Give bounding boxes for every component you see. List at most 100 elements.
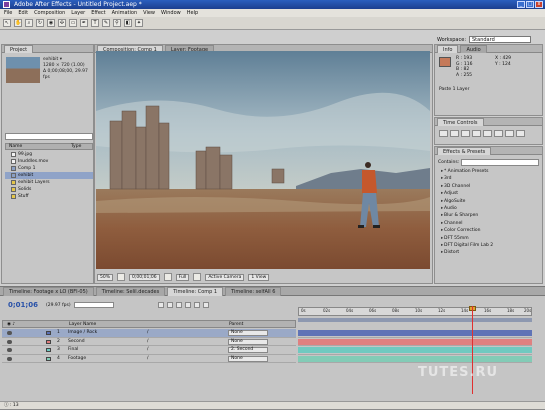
layer-duration-bar[interactable]: [298, 347, 532, 353]
audio-icon[interactable]: [494, 130, 503, 137]
active-camera-dropdown[interactable]: Active Camera: [205, 273, 245, 281]
timeline-layer-row[interactable]: 3 Final / 2. Second: [2, 346, 296, 355]
tab-info[interactable]: Info: [437, 45, 459, 53]
effects-category[interactable]: ▸Color Correction: [438, 227, 539, 234]
quality-switch-icon[interactable]: /: [147, 338, 149, 346]
ram-preview-icon[interactable]: [516, 130, 525, 137]
current-time-display[interactable]: 0;00;01;06: [129, 273, 160, 281]
composition-viewer[interactable]: [96, 51, 430, 269]
tab-timeline[interactable]: Timeline: selfAll 6: [225, 287, 282, 296]
quality-switch-icon[interactable]: /: [147, 355, 149, 363]
timeline-layer-row[interactable]: 4 Footage / None: [2, 355, 296, 363]
minimize-button[interactable]: _: [517, 1, 525, 8]
safe-zones-icon[interactable]: [117, 273, 126, 281]
menu-view[interactable]: View: [143, 9, 155, 17]
eye-icon[interactable]: [7, 356, 12, 361]
draft-3d-icon[interactable]: [167, 302, 173, 308]
tab-effects-presets[interactable]: Effects & Presets: [437, 147, 492, 155]
pen-tool-icon[interactable]: ✒: [80, 19, 88, 27]
effects-category[interactable]: ▸Blur & Sharpen: [438, 212, 539, 219]
layer-name[interactable]: Footage: [68, 355, 86, 363]
last-frame-icon[interactable]: [483, 130, 492, 137]
comp-flowchart-icon[interactable]: [158, 302, 164, 308]
menu-help[interactable]: Help: [187, 9, 198, 17]
list-item[interactable]: Stuff: [5, 193, 93, 200]
label-color-swatch[interactable]: [46, 339, 51, 344]
list-item[interactable]: Comp 1: [5, 165, 93, 172]
tab-audio[interactable]: Audio: [460, 45, 487, 53]
puppet-tool-icon[interactable]: ✦: [135, 19, 143, 27]
loop-icon[interactable]: [505, 130, 514, 137]
list-item[interactable]: exhibit Layers: [5, 179, 93, 186]
layer-duration-bar[interactable]: [298, 338, 532, 345]
effects-category[interactable]: ▸DFT Digital Film Lab 2: [438, 242, 539, 249]
time-ruler[interactable]: 0s 02s 04s 06s 08s 10s 12s 14s 16s 18s 2…: [298, 307, 532, 316]
work-area-bar[interactable]: [298, 318, 532, 322]
menu-layer[interactable]: Layer: [71, 9, 85, 17]
zoom-tool-icon[interactable]: ⌕: [25, 19, 33, 27]
shy-layers-icon[interactable]: [176, 302, 182, 308]
label-color-swatch[interactable]: [46, 331, 51, 335]
layer-name[interactable]: Second: [68, 338, 85, 346]
layer-duration-bar[interactable]: [298, 330, 532, 336]
maximize-button[interactable]: □: [526, 1, 534, 8]
effects-category[interactable]: ▸Adjust: [438, 190, 539, 197]
eraser-tool-icon[interactable]: ◧: [124, 19, 132, 27]
list-item[interactable]: Inuddles.mov: [5, 158, 93, 165]
workspace-dropdown[interactable]: Standard: [469, 36, 531, 43]
parent-dropdown[interactable]: None: [228, 338, 268, 345]
snapshot-icon[interactable]: [163, 273, 172, 281]
previous-frame-icon[interactable]: [450, 130, 459, 137]
layer-duration-bar[interactable]: [298, 355, 532, 362]
close-button[interactable]: x: [535, 1, 543, 8]
parent-dropdown[interactable]: 2. Second: [228, 347, 268, 353]
parent-dropdown[interactable]: None: [228, 330, 268, 336]
effects-category[interactable]: ▸AlgoSuite: [438, 198, 539, 205]
project-search-input[interactable]: [5, 133, 93, 140]
column-parent[interactable]: Parent: [229, 321, 243, 328]
motion-blur-icon[interactable]: [194, 302, 200, 308]
effects-category[interactable]: ▸3rd: [438, 175, 539, 182]
timeline-search-input[interactable]: [74, 302, 114, 308]
menu-effect[interactable]: Effect: [91, 9, 105, 17]
list-item[interactable]: Solids: [5, 186, 93, 193]
effects-category[interactable]: ▸Audio: [438, 205, 539, 212]
quality-switch-icon[interactable]: /: [147, 346, 149, 354]
hand-tool-icon[interactable]: ✋: [14, 19, 22, 27]
tab-timeline[interactable]: Timeline: Selil.decades: [95, 287, 166, 296]
text-tool-icon[interactable]: T: [91, 19, 99, 27]
timeline-layer-row[interactable]: 1 Image / Rock / None: [2, 329, 296, 338]
menu-composition[interactable]: Composition: [34, 9, 65, 17]
tab-timeline[interactable]: Timeline: Comp 1: [167, 287, 224, 296]
quality-switch-icon[interactable]: /: [147, 329, 149, 337]
effects-category[interactable]: ▸3D Channel: [438, 183, 539, 190]
eye-icon[interactable]: [7, 348, 12, 352]
effects-search-input[interactable]: [461, 159, 539, 166]
resolution-dropdown[interactable]: Full: [175, 273, 190, 281]
rotate-tool-icon[interactable]: ↻: [36, 19, 44, 27]
list-item[interactable]: exhibit: [5, 172, 93, 179]
camera-tool-icon[interactable]: ◉: [47, 19, 55, 27]
column-layer-name[interactable]: Layer Name: [69, 321, 96, 328]
first-frame-icon[interactable]: [439, 130, 448, 137]
eye-icon[interactable]: [7, 339, 12, 344]
effects-category[interactable]: ▸* Animation Presets: [438, 168, 539, 175]
effects-category[interactable]: ▸Distort: [438, 249, 539, 256]
layer-name[interactable]: Image / Rock: [68, 329, 97, 337]
label-color-swatch[interactable]: [46, 348, 51, 352]
menu-edit[interactable]: Edit: [18, 9, 28, 17]
next-frame-icon[interactable]: [472, 130, 481, 137]
menu-file[interactable]: File: [4, 9, 12, 17]
view-layout-dropdown[interactable]: 1 View: [248, 273, 270, 281]
brush-tool-icon[interactable]: ✎: [102, 19, 110, 27]
column-type[interactable]: Type: [68, 144, 81, 149]
parent-dropdown[interactable]: None: [228, 355, 268, 362]
selection-tool-icon[interactable]: ↖: [3, 19, 11, 27]
tab-timeline[interactable]: Timeline: Footage x LO (BFI-05): [3, 287, 94, 296]
list-item[interactable]: 99.jpg: [5, 151, 93, 158]
menu-window[interactable]: Window: [161, 9, 181, 17]
play-icon[interactable]: [461, 130, 470, 137]
tab-time-controls[interactable]: Time Controls: [437, 118, 484, 126]
layer-name[interactable]: Final: [68, 346, 78, 354]
pan-behind-tool-icon[interactable]: ✣: [58, 19, 66, 27]
